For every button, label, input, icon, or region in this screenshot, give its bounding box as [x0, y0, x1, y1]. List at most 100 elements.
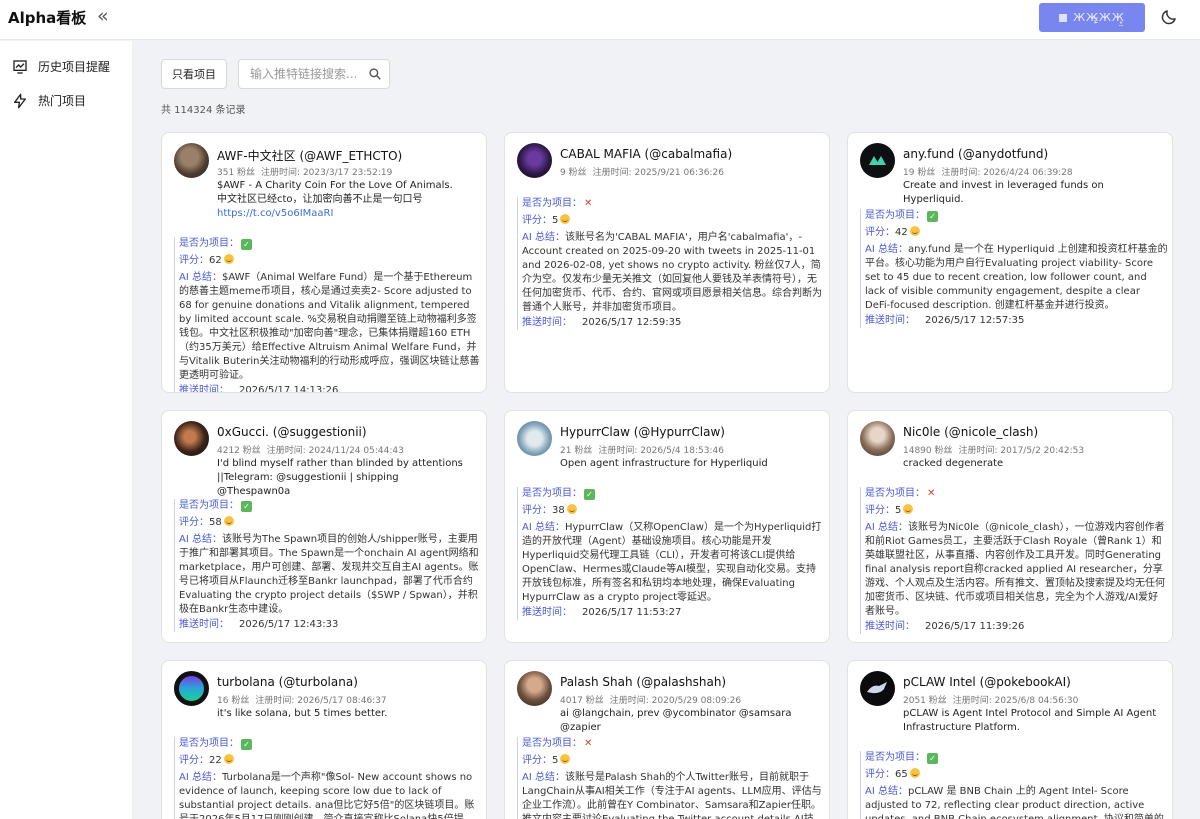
moon-icon[interactable]: [1160, 8, 1178, 26]
avatar: [860, 143, 895, 178]
chart-icon: [13, 59, 27, 74]
push-time-row: 推送时间： 2026/5/17 12:59:35: [522, 316, 825, 330]
is-project-label: 是否为项目：: [522, 738, 582, 749]
ai-analysis: 是否为项目： ✕ 评分：5 AI 总结：该账号是Palash Shah的个人Twi…: [517, 737, 825, 819]
check-icon: ✓: [241, 739, 252, 750]
score-value: 22: [209, 755, 222, 766]
smile-icon: [223, 516, 234, 526]
followers-count: 9 粉丝: [560, 168, 587, 178]
check-icon: ✓: [241, 501, 252, 512]
cross-icon: ✕: [584, 738, 593, 749]
score-row: 评分：62: [179, 254, 482, 268]
followers-count: 4017 粉丝: [560, 696, 604, 706]
account-card[interactable]: pCLAW Intel (@pokebookAI) 2051 粉丝 注册时间: 2…: [847, 660, 1173, 819]
collapse-sidebar-icon[interactable]: «: [97, 6, 109, 26]
smile-icon: [566, 504, 577, 514]
smile-icon: [223, 754, 234, 764]
push-time-label: 推送时间：: [179, 619, 229, 630]
account-card[interactable]: 0xGucci. (@suggestionii) 4212 粉丝 注册时间: 20…: [161, 410, 487, 643]
registered-time: 注册时间: 2026/5/4 18:53:46: [598, 446, 724, 456]
push-time-value: 2026/5/17 12:59:35: [582, 317, 682, 328]
account-card[interactable]: CABAL MAFIA (@cabalmafia) 9 粉丝 注册时间: 2025…: [504, 132, 830, 393]
sidebar-item-label: 历史项目提醒: [38, 60, 111, 74]
account-card[interactable]: HypurrClaw (@HypurrClaw) 21 粉丝 注册时间: 2026…: [504, 410, 830, 643]
score-value: 65: [895, 769, 908, 780]
summary-row: AI 总结：该账号为Nic0le（@nicole_clash），一位游戏内容创作…: [865, 521, 1168, 619]
account-card[interactable]: turbolana (@turbolana) 16 粉丝 注册时间: 2026/5…: [161, 660, 487, 819]
summary-label: AI 总结：: [179, 272, 222, 283]
score-label: 评分：: [522, 505, 552, 516]
score-value: 42: [895, 227, 908, 238]
score-row: 评分：22: [179, 754, 482, 768]
smile-icon: [909, 226, 920, 236]
account-bio: I'd blind myself rather than blinded by …: [217, 457, 475, 499]
followers-count: 19 粉丝: [903, 168, 936, 178]
account-icon: [1059, 13, 1068, 22]
anyfund-logo: [869, 156, 886, 165]
account-bio: it's like solana, but 5 times better.: [217, 707, 475, 721]
score-row: 评分：42: [865, 226, 1168, 240]
search-box: [238, 59, 390, 89]
account-card[interactable]: AWF-中文社区 (@AWF_ETHCTO) 351 粉丝 注册时间: 2023/…: [161, 132, 487, 393]
push-time-value: 2026/5/17 12:57:35: [925, 315, 1025, 326]
is-project-row: 是否为项目： ✓: [179, 737, 482, 751]
account-label: ЖЖ̶̢̦ЖЖ̥̤: [1073, 11, 1125, 24]
score-row: 评分：5: [865, 504, 1168, 518]
is-project-row: 是否为项目： ✓: [865, 209, 1168, 223]
summary-row: AI 总结：该账号为The Spawn项目的创始人/shipper账号，主要用于…: [179, 533, 482, 617]
account-bio: ai @langchain, prev @ycombinator @samsar…: [560, 707, 818, 735]
score-row: 评分：65: [865, 768, 1168, 782]
account-button[interactable]: ЖЖ̶̢̦ЖЖ̥̤: [1039, 3, 1145, 32]
account-name: HypurrClaw (@HypurrClaw): [560, 425, 725, 439]
ai-analysis: 是否为项目： ✓ 评分：22 AI 总结：Turbolana是一个声称"像Sol-…: [174, 737, 482, 819]
account-bio: pCLAW is Agent Intel Protocol and Simple…: [903, 707, 1161, 735]
push-time-label: 推送时间：: [179, 385, 229, 393]
summary-row: AI 总结：pCLAW 是 BNB Chain 上的 Agent Intel- …: [865, 785, 1168, 819]
bio-text: ai @langchain, prev @ycombinator @samsar…: [560, 708, 792, 733]
search-icon[interactable]: [368, 67, 382, 81]
bio-link[interactable]: https://t.co/v5o6IMaaRI: [217, 207, 475, 221]
is-project-label: 是否为项目：: [865, 488, 925, 499]
record-count: 共 114324 条记录: [161, 105, 246, 116]
search-input[interactable]: [239, 60, 359, 88]
registered-time: 注册时间: 2024/11/24 05:44:43: [266, 446, 404, 456]
push-time-row: 推送时间： 2026/5/17 12:43:33: [179, 618, 482, 632]
avatar: [174, 143, 209, 178]
followers-count: 351 粉丝: [217, 168, 256, 178]
avatar: [517, 143, 552, 178]
registered-time: 注册时间: 2025/9/21 06:36:26: [592, 168, 724, 178]
followers-count: 14890 粉丝: [903, 446, 953, 456]
avatar: [517, 421, 552, 456]
is-project-label: 是否为项目：: [865, 210, 925, 221]
account-bio: Open agent infrastructure for Hyperliqui…: [560, 457, 818, 471]
push-time-label: 推送时间：: [522, 317, 572, 328]
account-meta: 351 粉丝 注册时间: 2023/3/17 23:52:19: [217, 165, 392, 178]
is-project-label: 是否为项目：: [179, 500, 239, 511]
summary-label: AI 总结：: [179, 772, 222, 783]
avatar: [860, 421, 895, 456]
account-name: 0xGucci. (@suggestionii): [217, 425, 367, 439]
bio-text: Create and invest in leveraged funds on …: [903, 180, 1104, 205]
account-name: Palash Shah (@palashshah): [560, 675, 727, 689]
is-project-label: 是否为项目：: [179, 738, 239, 749]
summary-row: AI 总结：any.fund 是一个在 Hyperliquid 上创建和投资杠杆…: [865, 243, 1168, 313]
summary-text: 该账号是Palash Shah的个人Twitter账号，目前就职于LangCha…: [522, 772, 822, 819]
registered-time: 注册时间: 2017/5/2 20:42:53: [958, 446, 1085, 456]
account-card[interactable]: Nic0le (@nicole_clash) 14890 粉丝 注册时间: 201…: [847, 410, 1173, 643]
followers-count: 4212 粉丝: [217, 446, 261, 456]
account-card[interactable]: Palash Shah (@palashshah) 4017 粉丝 注册时间: 2…: [504, 660, 830, 819]
sidebar-item-hot[interactable]: 热门项目: [12, 92, 86, 109]
summary-label: AI 总结：: [865, 244, 908, 255]
is-project-label: 是否为项目：: [522, 488, 582, 499]
push-time-value: 2026/5/17 14:13:26: [239, 385, 339, 393]
cross-icon: ✕: [927, 488, 936, 499]
smile-icon: [903, 504, 914, 514]
sidebar-item-history[interactable]: 历史项目提醒: [12, 58, 110, 75]
push-time-label: 推送时间：: [865, 621, 915, 632]
bio-text: pCLAW is Agent Intel Protocol and Simple…: [903, 708, 1157, 733]
summary-text: $AWF（Animal Welfare Fund）是一个基于Ethereum的慈…: [179, 272, 480, 381]
projects-only-button[interactable]: 只看项目: [161, 59, 227, 89]
smile-icon: [560, 214, 571, 224]
account-bio: Create and invest in leveraged funds on …: [903, 179, 1161, 207]
account-card[interactable]: any.fund (@anydotfund) 19 粉丝 注册时间: 2026/4…: [847, 132, 1173, 393]
